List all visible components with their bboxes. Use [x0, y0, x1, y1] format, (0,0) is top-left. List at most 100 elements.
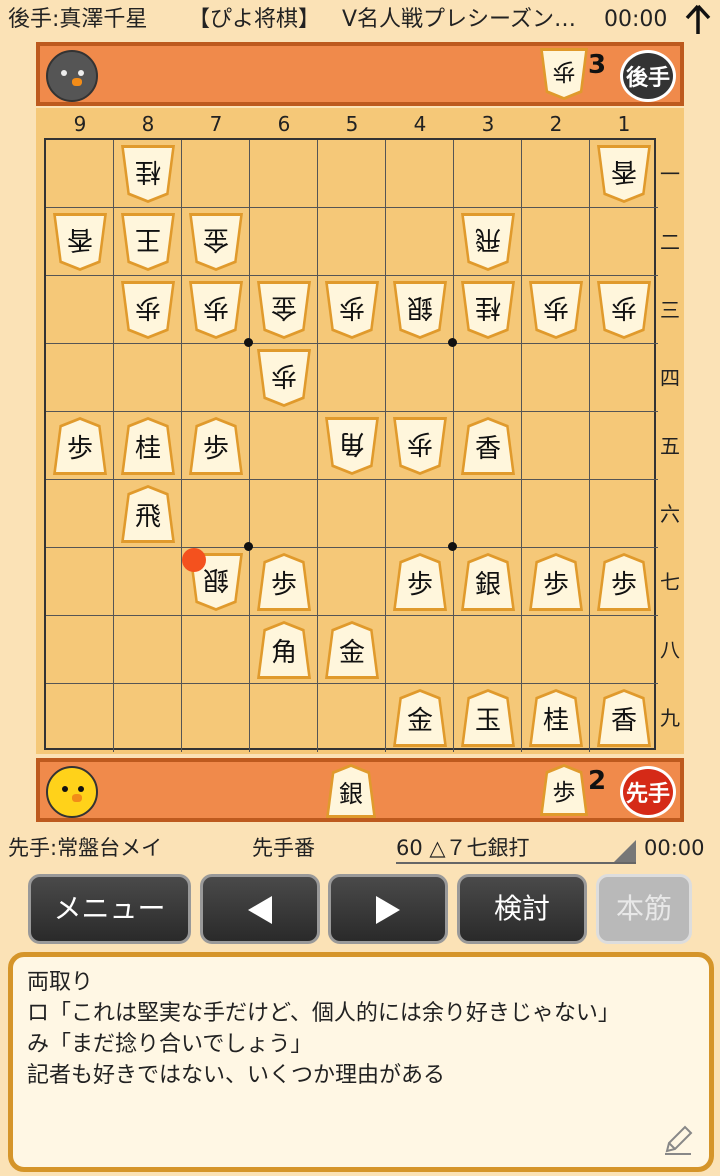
board-square[interactable]: [46, 548, 114, 616]
board-square[interactable]: [250, 208, 318, 276]
board-square[interactable]: [318, 548, 386, 616]
board-square[interactable]: [46, 140, 114, 208]
gote-piece[interactable]: 歩: [393, 417, 447, 475]
sente-piece[interactable]: 金: [325, 621, 379, 679]
sente-piece[interactable]: 金: [393, 689, 447, 747]
sente-piece[interactable]: 歩: [53, 417, 107, 475]
next-move-button[interactable]: [328, 874, 448, 944]
board-square[interactable]: [590, 344, 658, 412]
move-selector[interactable]: 60 △７七銀打: [396, 832, 636, 864]
arrow-up-icon[interactable]: [684, 4, 712, 36]
board-square[interactable]: [522, 412, 590, 480]
board-square[interactable]: [250, 412, 318, 480]
board-square[interactable]: [522, 344, 590, 412]
board-square[interactable]: [590, 616, 658, 684]
board-square[interactable]: [46, 480, 114, 548]
sente-hand-piece[interactable]: 銀: [326, 764, 376, 818]
board-square[interactable]: [454, 140, 522, 208]
board-square[interactable]: [454, 616, 522, 684]
board-square[interactable]: [522, 480, 590, 548]
board-square[interactable]: [114, 344, 182, 412]
menu-button[interactable]: メニュー: [28, 874, 191, 944]
gote-piece[interactable]: 歩: [189, 281, 243, 339]
board-square[interactable]: [46, 344, 114, 412]
board-square[interactable]: [522, 208, 590, 276]
sente-piece[interactable]: 歩: [189, 417, 243, 475]
board-square[interactable]: [386, 480, 454, 548]
board-square[interactable]: [386, 140, 454, 208]
gote-piece[interactable]: 香: [597, 145, 651, 203]
sente-piece-stand: 銀 歩 2 先手: [36, 758, 684, 822]
gote-piece[interactable]: 角: [325, 417, 379, 475]
sente-piece[interactable]: 桂: [121, 417, 175, 475]
gote-piece[interactable]: 歩: [529, 281, 583, 339]
board-square[interactable]: [46, 684, 114, 752]
sente-piece[interactable]: 桂: [529, 689, 583, 747]
board-square[interactable]: [522, 616, 590, 684]
board-square[interactable]: [454, 344, 522, 412]
board-square[interactable]: [318, 480, 386, 548]
board-square[interactable]: [590, 412, 658, 480]
board-square[interactable]: [318, 140, 386, 208]
board-square[interactable]: [182, 480, 250, 548]
shogi-board[interactable]: 桂香香王金飛歩歩金歩銀桂歩歩歩歩桂歩角歩香飛銀歩歩銀歩歩角金金玉桂香: [44, 138, 658, 752]
study-button[interactable]: 検討: [457, 874, 587, 944]
sente-piece[interactable]: 歩: [529, 553, 583, 611]
prev-move-button[interactable]: [200, 874, 320, 944]
sente-hand-piece[interactable]: 歩: [540, 764, 588, 816]
board-square[interactable]: [522, 140, 590, 208]
board-square[interactable]: [318, 344, 386, 412]
rank-label: 五: [660, 434, 680, 458]
board-square[interactable]: [114, 548, 182, 616]
sente-piece[interactable]: 歩: [257, 553, 311, 611]
sente-piece[interactable]: 歩: [597, 553, 651, 611]
gote-piece[interactable]: 銀: [393, 281, 447, 339]
sente-piece[interactable]: 香: [461, 417, 515, 475]
board-square[interactable]: [46, 616, 114, 684]
gote-piece[interactable]: 香: [53, 213, 107, 271]
board-square[interactable]: [318, 684, 386, 752]
board-square[interactable]: [386, 616, 454, 684]
gote-piece[interactable]: 王: [121, 213, 175, 271]
board-square[interactable]: [182, 684, 250, 752]
comment-panel[interactable]: 両取り ロ「これは堅実な手だけど、個人的には余り好きじゃない」 み「まだ捻り合い…: [8, 952, 714, 1172]
sente-piece[interactable]: 玉: [461, 689, 515, 747]
sente-piece[interactable]: 銀: [461, 553, 515, 611]
pencil-icon[interactable]: [661, 1123, 695, 1157]
sente-clock: 00:00: [644, 836, 705, 860]
gote-piece[interactable]: 歩: [121, 281, 175, 339]
rank-label: 三: [660, 298, 680, 322]
board-square[interactable]: [318, 208, 386, 276]
board-square[interactable]: [114, 616, 182, 684]
board-square[interactable]: [182, 616, 250, 684]
gote-piece[interactable]: 歩: [257, 349, 311, 407]
gote-hand-piece[interactable]: 歩: [540, 48, 588, 100]
gote-piece[interactable]: 桂: [461, 281, 515, 339]
file-label: 4: [413, 112, 427, 136]
board-square[interactable]: [590, 208, 658, 276]
board-square[interactable]: [386, 208, 454, 276]
gote-piece[interactable]: 金: [257, 281, 311, 339]
gote-piece[interactable]: 金: [189, 213, 243, 271]
board-square[interactable]: [250, 140, 318, 208]
board-square[interactable]: [46, 276, 114, 344]
board-square[interactable]: [182, 140, 250, 208]
board-square[interactable]: [454, 480, 522, 548]
board-square[interactable]: [250, 684, 318, 752]
board-square[interactable]: [386, 344, 454, 412]
gote-piece[interactable]: 桂: [121, 145, 175, 203]
sente-piece[interactable]: 角: [257, 621, 311, 679]
comment-line: 記者も好きではない、いくつか理由がある: [27, 1063, 446, 1088]
board-square[interactable]: [250, 480, 318, 548]
file-label: 6: [277, 112, 291, 136]
board-square[interactable]: [114, 684, 182, 752]
gote-piece[interactable]: 歩: [325, 281, 379, 339]
sente-piece[interactable]: 歩: [393, 553, 447, 611]
sente-piece[interactable]: 香: [597, 689, 651, 747]
board-square[interactable]: [590, 480, 658, 548]
gote-piece[interactable]: 飛: [461, 213, 515, 271]
gote-piece[interactable]: 歩: [597, 281, 651, 339]
file-label: 9: [73, 112, 87, 136]
sente-piece[interactable]: 飛: [121, 485, 175, 543]
board-square[interactable]: [182, 344, 250, 412]
